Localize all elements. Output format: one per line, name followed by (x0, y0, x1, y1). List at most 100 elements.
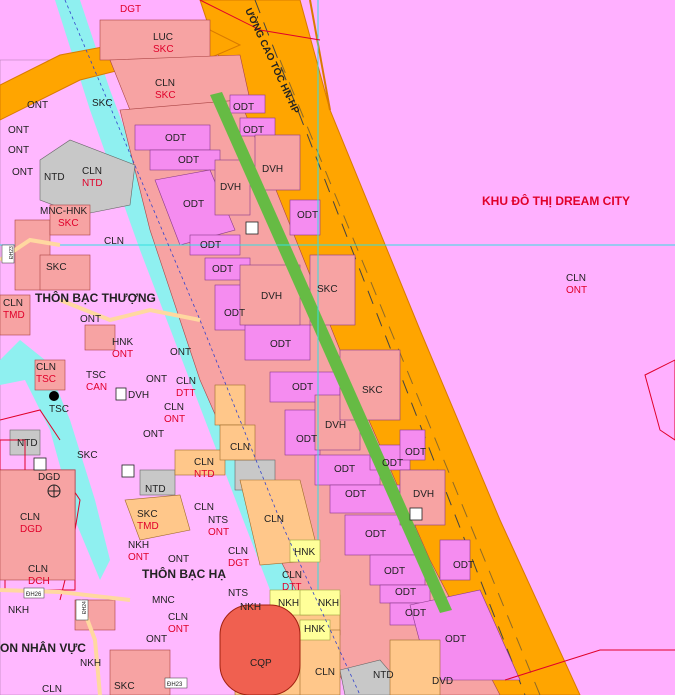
code-ont-8: ONT (164, 414, 185, 425)
code-odt-3: ODT (165, 133, 186, 144)
code-dvh-6: DVH (413, 489, 434, 500)
code-skc-1: SKC (155, 90, 176, 101)
code-cln-big: CLN (566, 273, 586, 284)
code-odt-2: ODT (243, 125, 264, 136)
code-cln-7: CLN (315, 667, 335, 678)
code-cln-ont2: CLN (168, 612, 188, 623)
code-ont-14: ONT (146, 634, 167, 645)
code-ont-9: ONT (143, 429, 164, 440)
code-odt-18: ODT (384, 566, 405, 577)
code-dgt-top: DGT (120, 4, 141, 15)
code-nkh-1: NKH (128, 540, 149, 551)
badge-dh26: ĐH26 (26, 592, 42, 598)
code-nkh-3: NKH (240, 602, 261, 613)
code-odt-10: ODT (270, 339, 291, 350)
code-tmd-1: TMD (3, 310, 25, 321)
code-mnc-1: MNC (152, 595, 175, 606)
code-odt-19: ODT (453, 560, 474, 571)
code-dgd-2: DGD (20, 524, 42, 535)
code-dch-1: DCH (28, 576, 50, 587)
code-odt-15: ODT (405, 447, 426, 458)
code-cln-3: CLN (230, 442, 250, 453)
code-odt-20: ODT (395, 587, 416, 598)
code-tsc-1: TSC (36, 374, 56, 385)
code-dvh-4: DVH (261, 291, 282, 302)
code-cln-ont: CLN (164, 402, 184, 413)
code-skc-7: SKC (317, 284, 338, 295)
code-cln-dtt: CLN (176, 376, 196, 387)
code-ont-6: ONT (170, 347, 191, 358)
code-tmd-2: TMD (137, 521, 159, 532)
code-ont-1: ONT (27, 100, 48, 111)
code-ntd-2: NTD (44, 172, 65, 183)
code-cqp-1: CQP (250, 658, 272, 669)
cqp-block (219, 604, 301, 695)
land-use-map[interactable]: ĐH23 ĐH26 ĐH24 ĐH23 KHU ĐÔ THỊ DREAM CIT… (0, 0, 675, 695)
code-skc-4: SKC (46, 262, 67, 273)
code-skc-3: SKC (58, 218, 79, 229)
code-odt-13: ODT (334, 464, 355, 475)
code-cln-6: CLN (42, 684, 62, 695)
code-ont-13: ONT (168, 624, 189, 635)
code-skc-5: SKC (77, 450, 98, 461)
code-odt-22: ODT (445, 634, 466, 645)
code-cln-1: CLN (155, 78, 175, 89)
code-nkh-5: NKH (318, 598, 339, 609)
code-odt-1: ODT (233, 102, 254, 113)
badge-dh23-a: ĐH23 (9, 246, 15, 259)
code-skc-2: SKC (92, 98, 113, 109)
code-skc-tmd: SKC (137, 509, 158, 520)
khu-do-thi-label: KHU ĐÔ THỊ DREAM CITY (482, 193, 630, 208)
code-dtt-2: DTT (282, 582, 301, 593)
code-ntd-6: NTD (373, 670, 394, 681)
code-ntd-4: NTD (194, 469, 215, 480)
code-skc-luc: SKC (153, 44, 174, 55)
code-hnk-2: HNK (294, 547, 315, 558)
code-odt-11: ODT (292, 382, 313, 393)
thon-nhan-vuc-label: ON NHÂN VỰC (0, 640, 86, 655)
code-ntd-3: NTD (17, 438, 38, 449)
code-odt-17: ODT (365, 529, 386, 540)
code-ont-12: ONT (168, 554, 189, 565)
code-dvh-3: DVH (220, 182, 241, 193)
code-ont-10: ONT (208, 527, 229, 538)
code-odt-16: ODT (345, 489, 366, 500)
code-cln-5: CLN (264, 514, 284, 525)
thon-bac-ha-label: THÔN BẠC HẠ (142, 566, 226, 581)
code-odt-6: ODT (297, 210, 318, 221)
code-cln-ntd: CLN (82, 166, 102, 177)
code-hnk-3: HNK (304, 624, 325, 635)
code-cln-ntd2: CLN (194, 457, 214, 468)
code-cln-dtt2: CLN (282, 570, 302, 581)
code-dvd-1: DVD (432, 676, 453, 687)
code-dvh-5: DVH (325, 420, 346, 431)
code-can-1: CAN (86, 382, 107, 393)
code-nts-1: NTS (208, 515, 228, 526)
code-dvh-2: DVH (262, 164, 283, 175)
code-skc-8: SKC (362, 385, 383, 396)
code-ntd-1: NTD (82, 178, 103, 189)
code-skc-6: SKC (114, 681, 135, 692)
code-odt-4: ODT (178, 155, 199, 166)
code-nts-2: NTS (228, 588, 248, 599)
code-odt-12: ODT (296, 434, 317, 445)
code-tsc-can: TSC (86, 370, 106, 381)
code-cln-dgd: CLN (20, 512, 40, 523)
code-nkh-6: NKH (80, 658, 101, 669)
code-ont-3: ONT (8, 145, 29, 156)
code-dgt-1: DGT (228, 558, 249, 569)
code-ntd-5: NTD (145, 484, 166, 495)
code-dgd-1: DGD (38, 472, 60, 483)
code-ont-7: ONT (146, 374, 167, 385)
code-ont-extra: ONT (12, 167, 33, 178)
tsc-point (49, 391, 59, 401)
code-nkh-2: NKH (8, 605, 29, 616)
code-ont-4: ONT (80, 314, 101, 325)
badge-dh23-b: ĐH23 (167, 682, 183, 688)
code-mnc-hnk: MNC-HNK (40, 206, 88, 217)
code-cln-4: CLN (194, 502, 214, 513)
code-cln-2: CLN (104, 236, 124, 247)
code-odt-5: ODT (183, 199, 204, 210)
code-odt-14: ODT (382, 458, 403, 469)
code-nkh-4: NKH (278, 598, 299, 609)
